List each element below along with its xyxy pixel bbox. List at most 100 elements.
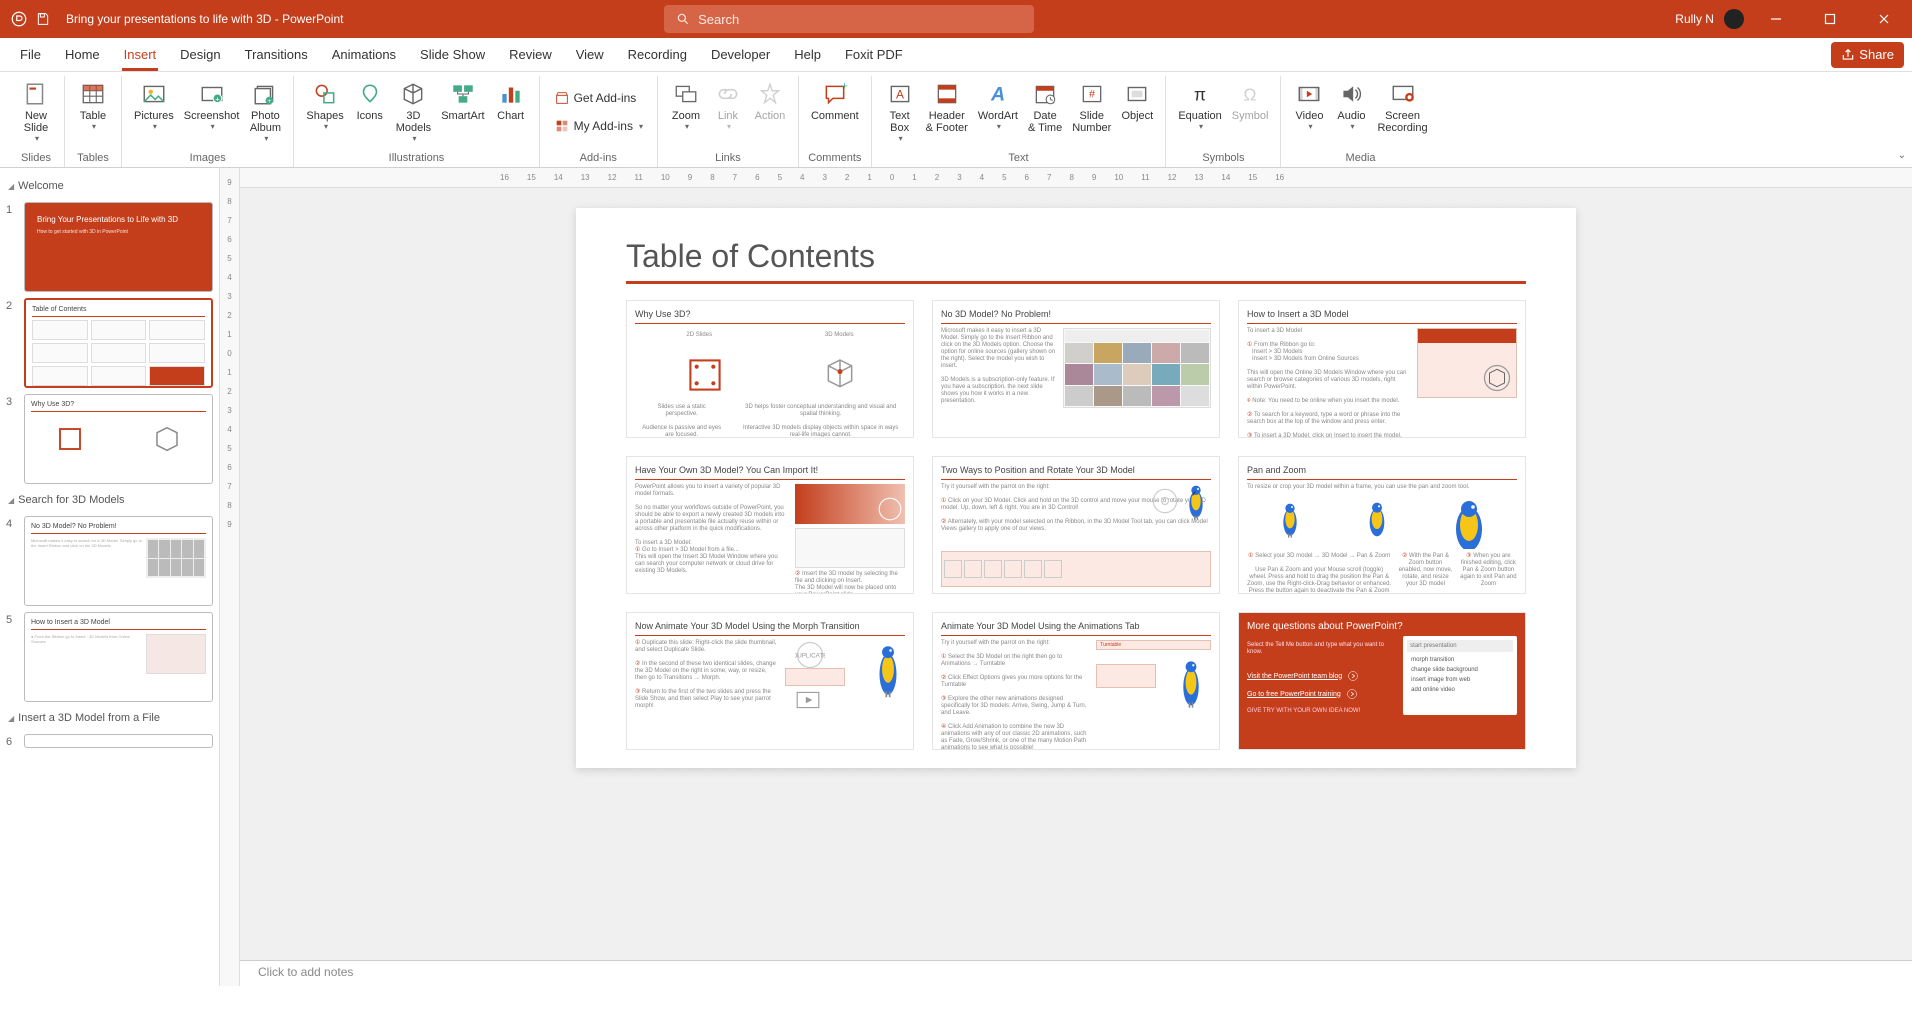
object-button[interactable]: Object (1117, 76, 1157, 148)
app-icon (10, 10, 28, 28)
header-footer-button[interactable]: Header & Footer (922, 76, 972, 148)
tab-file[interactable]: File (8, 38, 53, 71)
section-search-models[interactable]: Search for 3D Models (6, 490, 213, 510)
notes-pane[interactable]: Click to add notes (240, 960, 1912, 986)
symbol-button[interactable]: ΩSymbol (1228, 76, 1273, 148)
section-insert-from-file[interactable]: Insert a 3D Model from a File (6, 708, 213, 728)
toc-card[interactable]: How to Insert a 3D Model To insert a 3D … (1238, 300, 1526, 438)
pictures-button[interactable]: Pictures▾ (130, 76, 178, 148)
tab-help[interactable]: Help (782, 38, 833, 71)
my-addins-button[interactable]: My Add-ins▾ (548, 113, 649, 139)
zoom-button[interactable]: Zoom▾ (666, 76, 706, 148)
tab-home[interactable]: Home (53, 38, 112, 71)
group-comments-label: Comments (808, 152, 861, 167)
workspace: Welcome 1 Bring Your Presentations to Li… (0, 168, 1912, 986)
tab-foxit[interactable]: Foxit PDF (833, 38, 915, 71)
tab-recording[interactable]: Recording (616, 38, 699, 71)
icons-button[interactable]: Icons (350, 76, 390, 148)
user-name[interactable]: Rully N (1675, 12, 1714, 26)
save-icon[interactable] (34, 10, 52, 28)
audio-icon (1337, 80, 1365, 108)
screenshot-button[interactable]: + Screenshot▾ (180, 76, 244, 148)
svg-text:π: π (1194, 85, 1206, 105)
slide-number-button[interactable]: #Slide Number (1068, 76, 1115, 148)
toc-card-more-questions[interactable]: More questions about PowerPoint? Select … (1238, 612, 1526, 750)
header-footer-icon (933, 80, 961, 108)
toc-card[interactable]: Two Ways to Position and Rotate Your 3D … (932, 456, 1220, 594)
collapse-ribbon-icon[interactable]: ⌄ (1898, 150, 1906, 161)
comment-button[interactable]: +Comment (807, 76, 863, 148)
thumbnail-slide-4[interactable]: No 3D Model? No Problem! Microsoft makes… (24, 516, 213, 606)
slide-canvas[interactable]: Table of Contents Why Use 3D? 2D Slides … (240, 188, 1912, 960)
thumbnail-slide-2[interactable]: Table of Contents (24, 298, 213, 388)
group-text-label: Text (1008, 152, 1028, 167)
store-icon (554, 90, 570, 106)
slide-thumbnails-panel[interactable]: Welcome 1 Bring Your Presentations to Li… (0, 168, 220, 986)
thumbnail-slide-1[interactable]: Bring Your Presentations to Life with 3D… (24, 202, 213, 292)
slide-title[interactable]: Table of Contents (626, 238, 1526, 275)
video-button[interactable]: Video▾ (1289, 76, 1329, 148)
svg-text:+: + (215, 95, 220, 104)
svg-text:#: # (1089, 88, 1095, 100)
thumb-number: 6 (6, 734, 18, 748)
shapes-button[interactable]: Shapes▾ (302, 76, 347, 148)
link-blog[interactable]: Visit the PowerPoint team blog (1247, 673, 1342, 680)
group-media-label: Media (1346, 152, 1376, 167)
tab-view[interactable]: View (564, 38, 616, 71)
maximize-button[interactable] (1808, 0, 1852, 38)
minimize-button[interactable] (1754, 0, 1798, 38)
wordart-button[interactable]: AWordArt▾ (974, 76, 1022, 148)
wordart-icon: A (984, 80, 1012, 108)
photo-album-button[interactable]: + Photo Album▾ (245, 76, 285, 148)
ribbon: New Slide▾ Slides Table▾ Tables Pictures… (0, 72, 1912, 168)
title-bar: Bring your presentations to life with 3D… (0, 0, 1912, 38)
link-training[interactable]: Go to free PowerPoint training (1247, 691, 1341, 698)
get-addins-button[interactable]: Get Add-ins (548, 85, 649, 111)
textbox-button[interactable]: AText Box▾ (880, 76, 920, 148)
action-icon (756, 80, 784, 108)
document-title: Bring your presentations to life with 3D… (66, 12, 343, 26)
tab-transitions[interactable]: Transitions (233, 38, 320, 71)
table-icon (79, 80, 107, 108)
toc-card[interactable]: Have Your Own 3D Model? You Can Import I… (626, 456, 914, 594)
slide-number-icon: # (1078, 80, 1106, 108)
symbol-icon: Ω (1236, 80, 1264, 108)
tab-developer[interactable]: Developer (699, 38, 782, 71)
toc-card[interactable]: No 3D Model? No Problem! Microsoft makes… (932, 300, 1220, 438)
object-icon (1123, 80, 1151, 108)
tab-slideshow[interactable]: Slide Show (408, 38, 497, 71)
link-button[interactable]: Link▾ (708, 76, 748, 148)
tab-insert[interactable]: Insert (112, 38, 169, 71)
search-input[interactable] (698, 12, 1022, 27)
chart-button[interactable]: Chart (491, 76, 531, 148)
smartart-button[interactable]: SmartArt (437, 76, 488, 148)
group-illustrations-label: Illustrations (389, 152, 445, 167)
new-slide-icon (22, 80, 50, 108)
thumbnail-slide-6[interactable] (24, 734, 213, 748)
thumbnail-slide-3[interactable]: Why Use 3D? (24, 394, 213, 484)
share-button[interactable]: Share (1831, 42, 1904, 68)
toc-card[interactable]: Pan and Zoom To resize or crop your 3D m… (1238, 456, 1526, 594)
section-welcome[interactable]: Welcome (6, 176, 213, 196)
table-button[interactable]: Table▾ (73, 76, 113, 148)
action-button[interactable]: Action (750, 76, 790, 148)
close-button[interactable] (1862, 0, 1906, 38)
pictures-icon (140, 80, 168, 108)
equation-button[interactable]: πEquation▾ (1174, 76, 1225, 148)
audio-button[interactable]: Audio▾ (1331, 76, 1371, 148)
tab-design[interactable]: Design (168, 38, 232, 71)
new-slide-button[interactable]: New Slide▾ (16, 76, 56, 148)
tab-animations[interactable]: Animations (320, 38, 408, 71)
avatar[interactable] (1724, 9, 1744, 29)
datetime-button[interactable]: Date & Time (1024, 76, 1066, 148)
screen-recording-button[interactable]: Screen Recording (1373, 76, 1431, 148)
search-box[interactable] (664, 5, 1034, 33)
toc-card[interactable]: Now Animate Your 3D Model Using the Morp… (626, 612, 914, 750)
toc-card[interactable]: Why Use 3D? 2D Slides 3D Models Slides u… (626, 300, 914, 438)
3d-models-button[interactable]: 3D Models▾ (392, 76, 435, 148)
thumb-number: 3 (6, 394, 18, 484)
thumbnail-slide-5[interactable]: How to Insert a 3D Model ● From the Ribb… (24, 612, 213, 702)
toc-card[interactable]: Animate Your 3D Model Using the Animatio… (932, 612, 1220, 750)
tab-review[interactable]: Review (497, 38, 564, 71)
slide-editor[interactable]: Table of Contents Why Use 3D? 2D Slides … (576, 208, 1576, 768)
